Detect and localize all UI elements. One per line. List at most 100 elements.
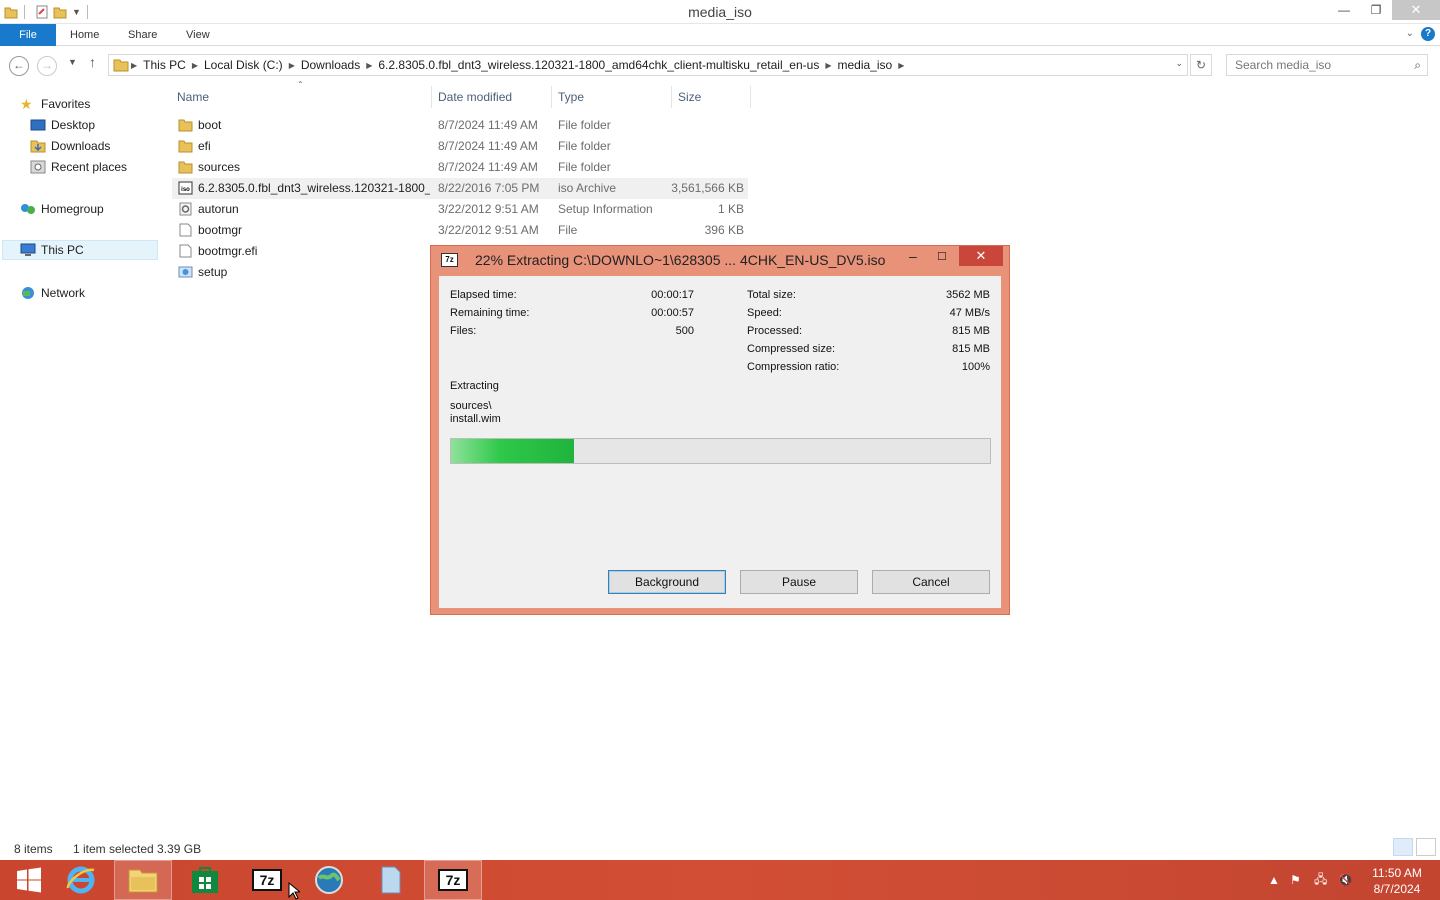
nav-network[interactable]: Network xyxy=(20,283,85,303)
pause-button[interactable]: Pause xyxy=(740,570,858,594)
address-dropdown-icon[interactable]: ⌄ xyxy=(1175,58,1183,69)
speed-value: 47 MB/s xyxy=(949,307,990,319)
tab-file[interactable]: File xyxy=(0,24,56,46)
nav-desktop[interactable]: Desktop xyxy=(30,115,95,135)
breadcrumb-separator-icon[interactable]: ▶ xyxy=(192,61,198,70)
clock-date: 8/7/2024 xyxy=(1373,882,1421,896)
file-row[interactable]: boot 8/7/2024 11:49 AM File folder xyxy=(172,115,748,136)
expand-ribbon-icon[interactable]: ⌄ xyxy=(1406,28,1414,39)
column-divider[interactable] xyxy=(750,86,751,108)
forward-arrow-icon[interactable]: → xyxy=(37,56,57,76)
breadcrumb-build-folder[interactable]: 6.2.8305.0.fbl_dnt3_wireless.120321-1800… xyxy=(378,58,819,72)
dialog-minimize-button[interactable]: – xyxy=(909,248,917,264)
file-name: sources xyxy=(198,160,241,174)
show-hidden-icons-icon[interactable]: ▲ xyxy=(1268,860,1280,900)
file-date: 3/22/2012 9:51 AM xyxy=(438,202,539,216)
close-button[interactable]: ✕ xyxy=(1392,0,1440,20)
search-placeholder: Search media_iso xyxy=(1235,58,1332,72)
nav-this-pc-label: This PC xyxy=(41,243,84,257)
nav-downloads[interactable]: Downloads xyxy=(30,136,110,156)
taskbar-document-app[interactable] xyxy=(362,860,420,900)
nav-homegroup-label: Homegroup xyxy=(41,202,104,216)
tab-home[interactable]: Home xyxy=(70,24,99,46)
breadcrumb-separator-icon[interactable]: ▶ xyxy=(825,61,831,70)
nav-network-label: Network xyxy=(41,286,86,300)
recent-locations-icon[interactable]: ▼ xyxy=(68,57,77,67)
nav-homegroup[interactable]: Homegroup xyxy=(20,199,104,219)
file-row[interactable]: efi 8/7/2024 11:49 AM File folder xyxy=(172,136,748,157)
background-button[interactable]: Background xyxy=(608,570,726,594)
column-divider[interactable] xyxy=(431,86,432,108)
extraction-progress-bar xyxy=(450,438,991,464)
column-header-size[interactable]: Size xyxy=(678,86,701,108)
address-bar[interactable]: ▶ This PC ▶ Local Disk (C:) ▶ Downloads … xyxy=(108,54,1188,76)
column-header-date[interactable]: Date modified xyxy=(438,86,512,108)
windows-logo-icon xyxy=(17,867,41,893)
sort-ascending-icon: ⌃ xyxy=(297,80,304,89)
column-header-type[interactable]: Type xyxy=(558,86,584,108)
file-row[interactable]: autorun 3/22/2012 9:51 AM Setup Informat… xyxy=(172,199,748,220)
large-icons-view-icon[interactable] xyxy=(1416,838,1436,856)
breadcrumb-separator-icon[interactable]: ▶ xyxy=(289,61,295,70)
operation-label: Extracting xyxy=(450,380,499,392)
file-name: setup xyxy=(198,265,228,279)
downloads-icon xyxy=(30,140,46,153)
internet-explorer-icon xyxy=(66,866,95,894)
network-status-icon[interactable]: 🖧 xyxy=(1314,860,1327,900)
tab-view[interactable]: View xyxy=(186,24,210,46)
breadcrumb-downloads[interactable]: Downloads xyxy=(301,58,360,72)
refresh-icon[interactable]: ↻ xyxy=(1190,54,1212,76)
file-row[interactable]: bootmgr 3/22/2012 9:51 AM File 396 KB xyxy=(172,220,748,241)
file-name: efi xyxy=(198,139,211,153)
dialog-maximize-button[interactable]: ☐ xyxy=(937,250,947,263)
restore-button[interactable]: ❐ xyxy=(1360,0,1392,20)
file-row[interactable]: setup xyxy=(172,262,428,283)
file-row[interactable]: bootmgr.efi xyxy=(172,241,428,262)
window-title: media_iso xyxy=(688,4,752,20)
tab-share[interactable]: Share xyxy=(128,24,157,46)
taskbar-file-explorer[interactable] xyxy=(114,860,172,900)
search-icon[interactable]: ⌕ xyxy=(1414,55,1421,75)
cancel-button[interactable]: Cancel xyxy=(872,570,990,594)
nav-this-pc[interactable]: This PC xyxy=(2,240,158,260)
volume-muted-icon[interactable]: 🔇 xyxy=(1338,860,1353,900)
file-row[interactable]: sources 8/7/2024 11:49 AM File folder xyxy=(172,157,748,178)
column-divider[interactable] xyxy=(671,86,672,108)
file-row-selected[interactable]: iso 6.2.8305.0.fbl_dnt3_wireless.120321-… xyxy=(172,178,748,199)
breadcrumb-separator-icon[interactable]: ▶ xyxy=(366,61,372,70)
document-icon xyxy=(381,866,401,894)
taskbar-globe-app[interactable] xyxy=(300,860,358,900)
nav-favorites[interactable]: ★ Favorites xyxy=(20,94,90,114)
dialog-close-button[interactable]: ✕ xyxy=(959,246,1003,266)
extraction-dialog: 7z 22% Extracting C:\DOWNLO~1\628305 ...… xyxy=(430,245,1010,615)
search-input[interactable]: Search media_iso ⌕ xyxy=(1226,54,1428,76)
current-file: install.wim xyxy=(450,413,501,425)
breadcrumb-local-disk[interactable]: Local Disk (C:) xyxy=(204,58,283,72)
details-view-icon[interactable] xyxy=(1393,838,1413,856)
taskbar-internet-explorer[interactable] xyxy=(52,860,110,900)
file-type: File folder xyxy=(558,118,611,132)
elapsed-value: 00:00:17 xyxy=(651,289,694,301)
system-clock[interactable]: 11:50 AM 8/7/2024 xyxy=(1362,865,1432,897)
file-name: boot xyxy=(198,118,222,132)
breadcrumb-media-iso[interactable]: media_iso xyxy=(837,58,892,72)
file-date: 8/7/2024 11:49 AM xyxy=(438,160,538,174)
taskbar-store[interactable] xyxy=(176,860,234,900)
column-divider[interactable] xyxy=(551,86,552,108)
taskbar-7zip-active[interactable]: 7z xyxy=(424,860,482,900)
globe-icon xyxy=(315,866,343,894)
column-header-name[interactable]: Name xyxy=(177,86,209,108)
breadcrumb-separator-icon[interactable]: ▶ xyxy=(131,61,137,70)
up-arrow-icon[interactable]: ↑ xyxy=(89,54,96,70)
back-arrow-icon[interactable]: ← xyxy=(9,56,29,76)
action-center-flag-icon[interactable]: ⚑ xyxy=(1290,860,1301,900)
nav-recent-places[interactable]: Recent places xyxy=(30,157,127,177)
start-button[interactable] xyxy=(0,860,58,900)
file-name: 6.2.8305.0.fbl_dnt3_wireless.120321-1800… xyxy=(198,181,430,195)
files-label: Files: xyxy=(450,325,477,337)
breadcrumb-separator-icon[interactable]: ▶ xyxy=(898,61,904,70)
minimize-button[interactable]: — xyxy=(1328,0,1360,20)
breadcrumb-this-pc[interactable]: This PC xyxy=(143,58,186,72)
file-size: 1 KB xyxy=(717,202,744,216)
help-icon[interactable]: ? xyxy=(1421,27,1435,41)
